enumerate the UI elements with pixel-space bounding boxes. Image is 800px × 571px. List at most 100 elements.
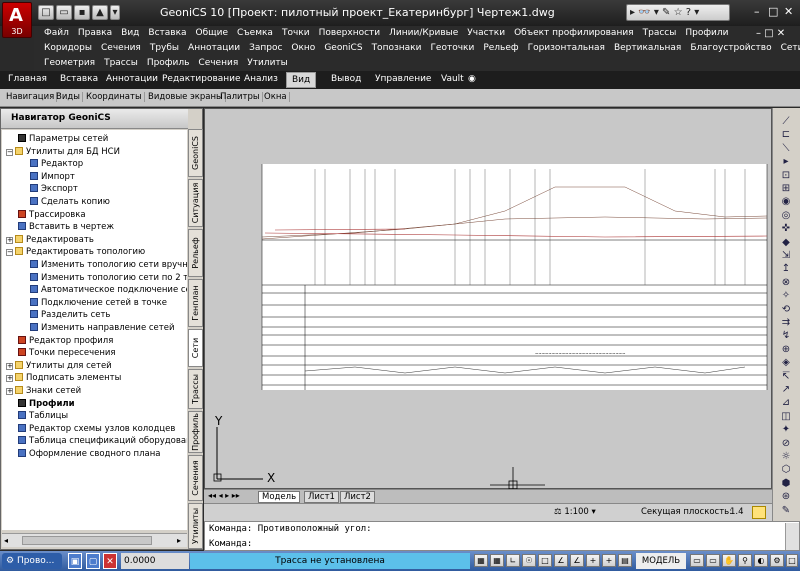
right-tool-0-icon[interactable]: ⟋ (779, 116, 793, 128)
lightbulb-icon[interactable] (752, 506, 766, 519)
vertical-tab-5[interactable]: Трассы (188, 369, 203, 409)
ribbon-panel-2[interactable]: Координаты (84, 92, 145, 102)
right-tool-6-icon[interactable]: ◉ (779, 196, 793, 208)
vertical-tab-3[interactable]: Генплан (188, 279, 203, 327)
ribbon-tab-1[interactable]: Вставка (60, 74, 98, 84)
menu-item-r2-11[interactable]: Вертикальная (614, 43, 681, 53)
scroll-right-icon[interactable]: ▸ (177, 536, 181, 545)
menu-item-r2-13[interactable]: Сети (781, 43, 800, 53)
command-input[interactable]: Команда: (209, 539, 252, 549)
right-tool-5-icon[interactable]: ⊞ (779, 183, 793, 195)
ortho-icon[interactable]: ∟ (506, 554, 520, 567)
plot-icon[interactable]: ▲ (92, 5, 108, 20)
model-button[interactable]: МОДЕЛЬ (636, 553, 686, 569)
menu-item-r2-5[interactable]: Окно (291, 43, 315, 53)
right-tool-4-icon[interactable]: ⊡ (779, 170, 793, 182)
ribbon-tab-4[interactable]: Анализ (244, 74, 278, 84)
polar-icon[interactable]: ☉ (522, 554, 536, 567)
maximize-icon[interactable]: □ (768, 5, 778, 18)
otrack-icon[interactable]: ∠ (554, 554, 568, 567)
ribbon-tab-0[interactable]: Главная (8, 74, 47, 84)
ribbon-minimize-icon[interactable]: ◉ (468, 74, 476, 84)
tree-item-9[interactable]: − Редактировать топологию (6, 247, 145, 258)
menu-item-r2-2[interactable]: Трубы (150, 43, 179, 53)
tree-expander-icon[interactable]: − (6, 148, 13, 156)
layout-tab-2[interactable]: Лист2 (340, 491, 375, 503)
menu-item-r2-12[interactable]: Благоустройство (690, 43, 771, 53)
ribbon-tab-5[interactable]: Вид (286, 72, 317, 88)
right-tool-13-icon[interactable]: ✧ (779, 290, 793, 302)
tree-item-10[interactable]: Изменить топологию сети вручную (30, 260, 187, 271)
menu-item-r1-0[interactable]: Файл (44, 28, 69, 38)
tree-item-15[interactable]: Изменить направление сетей (30, 323, 175, 334)
menu-item-r2-1[interactable]: Сечения (101, 43, 141, 53)
tree-item-12[interactable]: Автоматическое подключение сетей (30, 285, 187, 296)
right-tool-1-icon[interactable]: ⊏ (779, 129, 793, 141)
tree-item-11[interactable]: Изменить топологию сети по 2 точкам (30, 272, 187, 284)
ribbon-tab-3[interactable]: Редактирование (162, 74, 241, 84)
start-button[interactable]: ⚙ Прово... (2, 553, 62, 569)
lineweight-icon[interactable]: + (602, 554, 616, 567)
tree-expander-icon[interactable]: − (6, 249, 13, 257)
zoom-icon[interactable]: ⚲ (738, 554, 752, 567)
ribbon-tab-2[interactable]: Аннотации (106, 74, 158, 84)
doc-window-controls[interactable]: – □ ✕ (756, 28, 785, 39)
save-icon[interactable]: ▪ (74, 5, 90, 20)
ducs-icon[interactable]: ∠ (570, 554, 584, 567)
qp-icon[interactable]: ▤ (618, 554, 632, 567)
quick-view-icon[interactable]: ▭ (706, 554, 720, 567)
menu-item-r2-7[interactable]: Топознаки (372, 43, 422, 53)
task-icon-2[interactable]: ▢ (86, 553, 100, 569)
right-tool-21-icon[interactable]: ⊿ (779, 397, 793, 409)
infocenter-toolbar[interactable]: ▸ 👓 ▾ ✎ ☆ ? ▾ (626, 4, 730, 21)
right-tool-2-icon[interactable]: ⟍ (779, 143, 793, 155)
tree-item-22[interactable]: Таблицы (18, 411, 68, 422)
steering-icon[interactable]: ◐ (754, 554, 768, 567)
menu-item-r1-10[interactable]: Объект профилирования (514, 28, 634, 38)
right-tool-15-icon[interactable]: ⇉ (779, 317, 793, 329)
tree-item-16[interactable]: Редактор профиля (18, 335, 113, 347)
tree-item-24[interactable]: Таблица спецификаций оборудования (18, 436, 187, 447)
menu-item-r1-1[interactable]: Правка (78, 28, 112, 38)
tree-item-6[interactable]: Трассировка (18, 209, 86, 221)
scroll-thumb[interactable] (22, 536, 152, 545)
right-tool-19-icon[interactable]: ↸ (779, 371, 793, 383)
ribbon-tab-6[interactable]: Вывод (331, 74, 361, 84)
command-scrollbar[interactable] (785, 523, 799, 550)
menu-item-r2-6[interactable]: GeoniCS (324, 43, 362, 53)
right-tool-7-icon[interactable]: ◎ (779, 210, 793, 222)
tree-item-18[interactable]: + Утилиты для сетей (6, 360, 112, 372)
tree-expander-icon[interactable]: + (6, 362, 13, 370)
right-tool-27-icon[interactable]: ⬢ (779, 478, 793, 490)
vertical-tab-0[interactable]: GeoniCS (188, 129, 203, 177)
tree-item-5[interactable]: Сделать копию (30, 197, 110, 208)
right-tool-22-icon[interactable]: ◫ (779, 411, 793, 423)
menu-item-r1-4[interactable]: Общие (196, 28, 229, 38)
qat-dropdown-icon[interactable]: ▾ (110, 5, 120, 20)
tree-item-4[interactable]: Экспорт (30, 184, 78, 195)
ribbon-panel-5[interactable]: Окна (262, 92, 290, 102)
layout-tab-0[interactable]: Модель (258, 491, 301, 503)
tree-item-14[interactable]: Разделить сеть (30, 310, 110, 321)
right-tool-17-icon[interactable]: ⊕ (779, 344, 793, 356)
navigator-hscrollbar[interactable]: ◂ ▸ (2, 533, 187, 547)
menu-item-r3-2[interactable]: Профиль (147, 58, 190, 68)
menu-item-r1-3[interactable]: Вставка (148, 28, 186, 38)
right-tool-8-icon[interactable]: ✜ (779, 223, 793, 235)
menu-item-r3-4[interactable]: Утилиты (247, 58, 288, 68)
tree-item-19[interactable]: + Подписать элементы (6, 373, 121, 384)
menu-item-r2-3[interactable]: Аннотации (188, 43, 240, 53)
tree-item-8[interactable]: + Редактировать (6, 234, 94, 246)
tree-item-20[interactable]: + Знаки сетей (6, 386, 81, 397)
tree-item-0[interactable]: Параметры сетей (18, 134, 108, 145)
ribbon-panel-0[interactable]: Навигация (4, 92, 58, 102)
right-tool-10-icon[interactable]: ⇲ (779, 250, 793, 262)
menu-item-r2-10[interactable]: Горизонтальная (528, 43, 605, 53)
osnap-icon[interactable]: □ (538, 554, 552, 567)
menu-item-r2-8[interactable]: Геоточки (430, 43, 474, 53)
ribbon-panel-3[interactable]: Видовые экраны (146, 92, 226, 102)
right-tool-24-icon[interactable]: ⊘ (779, 438, 793, 450)
menu-item-r2-0[interactable]: Коридоры (44, 43, 92, 53)
ribbon-tab-7[interactable]: Управление (375, 74, 431, 84)
dyn-icon[interactable]: + (586, 554, 600, 567)
